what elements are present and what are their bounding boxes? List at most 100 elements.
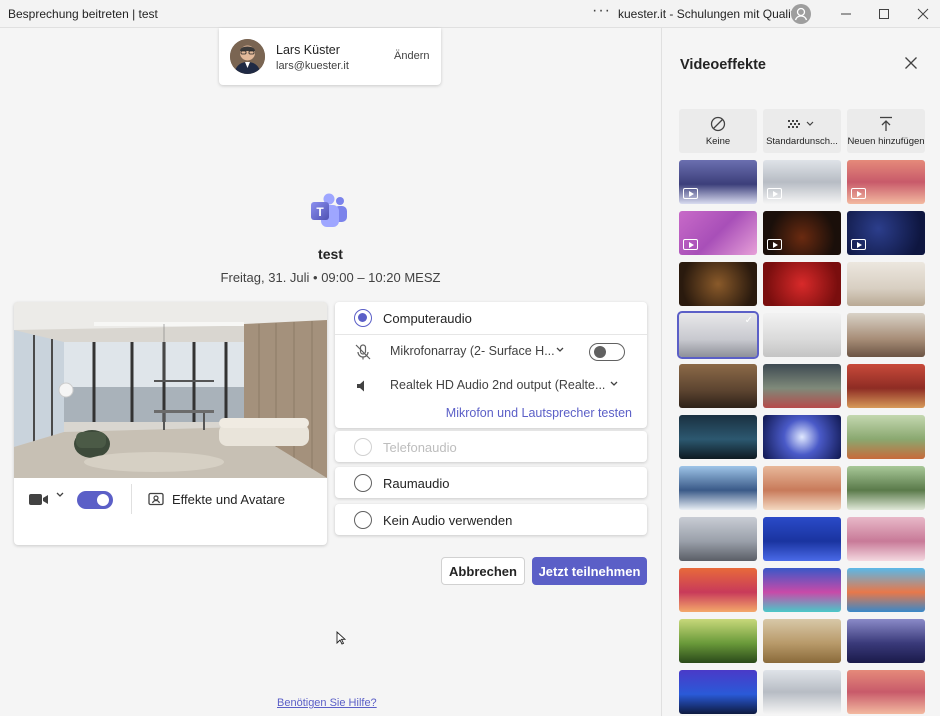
background-tile[interactable]: [847, 415, 925, 459]
mic-off-icon[interactable]: [354, 343, 372, 361]
background-tile[interactable]: [847, 670, 925, 714]
camera-icon[interactable]: [28, 491, 50, 507]
add-new-label: Neuen hinzufügen: [847, 136, 925, 147]
background-tile[interactable]: [763, 160, 841, 204]
background-tile[interactable]: ✓: [677, 311, 759, 359]
close-icon[interactable]: [913, 4, 933, 24]
room-audio-card[interactable]: Raumaudio: [335, 467, 647, 498]
panel-title: Videoeffekte: [680, 57, 766, 73]
minimize-icon[interactable]: [836, 4, 856, 24]
background-tile[interactable]: [847, 466, 925, 510]
video-background-icon: [683, 188, 698, 199]
phone-audio-card[interactable]: Telefonaudio: [335, 431, 647, 462]
join-now-button[interactable]: Jetzt teilnehmen: [532, 557, 647, 585]
account-name: Lars Küster: [276, 43, 340, 57]
effects-and-avatars-button[interactable]: Effekte und Avatare: [148, 484, 285, 514]
toggle-knob: [97, 494, 109, 506]
phone-audio-radio: [354, 438, 372, 456]
background-tile[interactable]: [847, 517, 925, 561]
background-tile[interactable]: [847, 364, 925, 408]
none-icon: [679, 115, 757, 133]
no-audio-card[interactable]: Kein Audio verwenden: [335, 504, 647, 535]
toggle-knob: [594, 346, 606, 358]
microphone-toggle[interactable]: [589, 343, 625, 361]
background-tile[interactable]: [763, 211, 841, 255]
background-tile[interactable]: [847, 160, 925, 204]
title-bar: Besprechung beitreten | test ··· kuester…: [0, 0, 940, 28]
selected-check-icon: ✓: [744, 315, 753, 326]
background-tile[interactable]: [847, 619, 925, 663]
background-tile[interactable]: [679, 415, 757, 459]
microphone-select[interactable]: Mikrofonarray (2- Surface H...: [390, 344, 555, 358]
camera-preview-image: [14, 302, 327, 478]
change-account-button[interactable]: Ändern: [394, 50, 429, 62]
background-tile[interactable]: [679, 160, 757, 204]
background-tile[interactable]: [763, 568, 841, 612]
background-tile[interactable]: [763, 262, 841, 306]
video-background-icon: [767, 188, 782, 199]
computer-audio-card: Computeraudio Mikrofonarray (2- Surface …: [335, 302, 647, 428]
microphone-chevron-icon[interactable]: [555, 344, 565, 357]
effect-blur-label: Standardunsch...: [766, 136, 838, 147]
video-background-icon: [683, 239, 698, 250]
no-audio-radio[interactable]: [354, 511, 372, 529]
computer-audio-label: Computeraudio: [383, 311, 472, 326]
background-tile[interactable]: [847, 568, 925, 612]
avatar: [230, 39, 265, 74]
camera-settings-chevron-icon[interactable]: [55, 489, 65, 502]
background-tile[interactable]: [679, 517, 757, 561]
account-card: Lars Küster lars@kuester.it Ändern: [219, 28, 441, 85]
microphone-row[interactable]: Mikrofonarray (2- Surface H...: [335, 335, 647, 369]
speaker-icon: [354, 377, 372, 395]
speaker-select[interactable]: Realtek HD Audio 2nd output (Realte...: [390, 378, 605, 392]
background-tile[interactable]: [679, 364, 757, 408]
background-tile[interactable]: [763, 415, 841, 459]
background-tile[interactable]: [763, 517, 841, 561]
background-tile[interactable]: [679, 670, 757, 714]
background-tile[interactable]: [847, 211, 925, 255]
background-tile[interactable]: [679, 262, 757, 306]
organization-label: kuester.it - Schulungen mit Qualität: [618, 7, 805, 21]
effect-none-button[interactable]: Keine: [679, 109, 757, 153]
background-tile[interactable]: [679, 211, 757, 255]
camera-toggle[interactable]: [77, 491, 113, 509]
cancel-button[interactable]: Abbrechen: [441, 557, 525, 585]
close-panel-icon[interactable]: [902, 54, 920, 72]
maximize-icon[interactable]: [874, 4, 894, 24]
more-icon[interactable]: ···: [592, 2, 611, 20]
effect-blur-button[interactable]: Standardunsch...: [763, 109, 841, 153]
room-audio-label: Raumaudio: [383, 476, 450, 491]
help-link[interactable]: Benötigen Sie Hilfe?: [277, 697, 377, 709]
background-tile[interactable]: [763, 670, 841, 714]
phone-audio-label: Telefonaudio: [383, 440, 457, 455]
background-tile[interactable]: [763, 619, 841, 663]
background-tile[interactable]: [763, 313, 841, 357]
svg-text:T: T: [316, 205, 324, 219]
background-tile[interactable]: [679, 466, 757, 510]
speaker-chevron-icon[interactable]: [609, 378, 619, 391]
effect-none-label: Keine: [705, 136, 731, 147]
background-tile[interactable]: [847, 313, 925, 357]
profile-avatar[interactable]: [791, 4, 811, 24]
video-background-icon: [851, 239, 866, 250]
no-audio-label: Kein Audio verwenden: [383, 513, 513, 528]
add-new-background-button[interactable]: Neuen hinzufügen: [847, 109, 925, 153]
account-email: lars@kuester.it: [276, 60, 349, 72]
prejoin-panel: Lars Küster lars@kuester.it Ändern T tes…: [0, 28, 661, 716]
computer-audio-radio[interactable]: [354, 309, 372, 327]
background-tile[interactable]: [763, 364, 841, 408]
test-audio-link[interactable]: Mikrofon und Lautsprecher testen: [446, 406, 632, 420]
upload-icon: [847, 115, 925, 133]
background-tile[interactable]: [847, 262, 925, 306]
background-tile[interactable]: [763, 466, 841, 510]
effects-label: Effekte und Avatare: [172, 491, 285, 507]
divider: [131, 484, 132, 514]
background-tile[interactable]: [679, 619, 757, 663]
video-preview-card: Effekte und Avatare: [14, 302, 327, 545]
teams-logo-icon: T: [309, 192, 349, 228]
background-tile[interactable]: [679, 568, 757, 612]
meeting-time: Freitag, 31. Juli • 09:00 – 10:20 MESZ: [220, 270, 441, 285]
room-audio-radio[interactable]: [354, 474, 372, 492]
speaker-row[interactable]: Realtek HD Audio 2nd output (Realte...: [335, 369, 647, 403]
window-title: Besprechung beitreten | test: [8, 7, 158, 21]
